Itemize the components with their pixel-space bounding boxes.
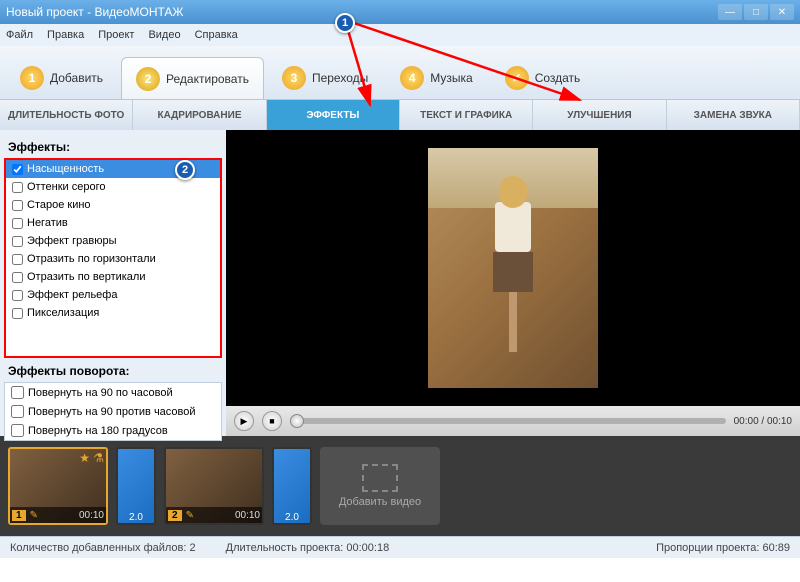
effect-flip-h[interactable]: Отразить по горизонтали xyxy=(6,250,220,268)
close-button[interactable]: ✕ xyxy=(770,4,794,20)
tab-edit[interactable]: 2Редактировать xyxy=(121,57,264,99)
effect-pixelation[interactable]: Пикселизация xyxy=(6,304,220,322)
timeline[interactable]: ★ ⚗ 1✎00:10 2.0 2✎00:10 2.0 Добавить вид… xyxy=(0,436,800,536)
preview-panel: ▶ ■ 00:00 / 00:10 xyxy=(226,130,800,436)
clip-1[interactable]: ★ ⚗ 1✎00:10 xyxy=(8,447,108,525)
step-3-icon: 3 xyxy=(282,66,306,90)
maximize-button[interactable]: □ xyxy=(744,4,768,20)
timecode: 00:00 / 00:10 xyxy=(734,416,792,427)
subtab-photo-duration[interactable]: ДЛИТЕЛЬНОСТЬ ФОТО xyxy=(0,100,133,130)
seek-slider[interactable] xyxy=(290,418,726,424)
tab-create[interactable]: ✓Создать xyxy=(491,57,595,99)
flask-icon: ⚗ xyxy=(93,451,104,465)
effect-old-film[interactable]: Старое кино xyxy=(6,196,220,214)
effect-negative[interactable]: Негатив xyxy=(6,214,220,232)
rotate-title: Эффекты поворота: xyxy=(8,364,222,378)
transition-2[interactable]: 2.0 xyxy=(272,447,312,525)
check-icon: ✓ xyxy=(505,66,529,90)
play-button[interactable]: ▶ xyxy=(234,411,254,431)
subtab-crop[interactable]: КАДРИРОВАНИЕ xyxy=(133,100,266,130)
effect-relief[interactable]: Эффект рельефа xyxy=(6,286,220,304)
menubar: Файл Правка Проект Видео Справка xyxy=(0,24,800,46)
sub-tabs: ДЛИТЕЛЬНОСТЬ ФОТО КАДРИРОВАНИЕ ЭФФЕКТЫ Т… xyxy=(0,100,800,130)
menu-project[interactable]: Проект xyxy=(98,29,134,41)
rotate-checkbox[interactable] xyxy=(11,386,24,399)
effects-title: Эффекты: xyxy=(8,140,222,154)
rotate-checkbox[interactable] xyxy=(11,424,24,437)
annotation-badge-2: 2 xyxy=(175,160,195,180)
window-title: Новый проект - ВидеоМОНТАЖ xyxy=(6,5,184,19)
status-ratio: Пропорции проекта: 60:89 xyxy=(656,542,790,554)
menu-edit[interactable]: Правка xyxy=(47,29,84,41)
seek-knob[interactable] xyxy=(290,414,304,428)
menu-video[interactable]: Видео xyxy=(148,29,180,41)
rotate-180[interactable]: Повернуть на 180 градусов xyxy=(5,421,221,440)
annotation-badge-1: 1 xyxy=(335,13,355,33)
rotate-90-cw[interactable]: Повернуть на 90 по часовой xyxy=(5,383,221,402)
player-controls: ▶ ■ 00:00 / 00:10 xyxy=(226,406,800,436)
main-tabs: 1Добавить 2Редактировать 3Переходы 4Музы… xyxy=(0,46,800,100)
effect-checkbox[interactable] xyxy=(12,290,23,301)
status-files: Количество добавленных файлов: 2 xyxy=(10,542,196,554)
tab-add[interactable]: 1Добавить xyxy=(6,57,117,99)
minimize-button[interactable]: — xyxy=(718,4,742,20)
clip-2[interactable]: 2✎00:10 xyxy=(164,447,264,525)
tab-music[interactable]: 4Музыка xyxy=(386,57,486,99)
effect-checkbox[interactable] xyxy=(12,254,23,265)
subtab-replace-audio[interactable]: ЗАМЕНА ЗВУКА xyxy=(667,100,800,130)
preview-frame xyxy=(428,148,598,388)
subtab-enhance[interactable]: УЛУЧШЕНИЯ xyxy=(533,100,666,130)
stop-button[interactable]: ■ xyxy=(262,411,282,431)
star-icon: ★ xyxy=(79,451,90,465)
menu-help[interactable]: Справка xyxy=(195,29,238,41)
effect-checkbox[interactable] xyxy=(12,272,23,283)
subtab-effects[interactable]: ЭФФЕКТЫ xyxy=(267,100,400,130)
effect-checkbox[interactable] xyxy=(12,308,23,319)
effect-engraving[interactable]: Эффект гравюры xyxy=(6,232,220,250)
step-1-icon: 1 xyxy=(20,66,44,90)
step-4-icon: 4 xyxy=(400,66,424,90)
tab-transitions[interactable]: 3Переходы xyxy=(268,57,382,99)
titlebar: Новый проект - ВидеоМОНТАЖ — □ ✕ xyxy=(0,0,800,24)
add-video-button[interactable]: Добавить видео xyxy=(320,447,440,525)
effect-flip-v[interactable]: Отразить по вертикали xyxy=(6,268,220,286)
rotate-90-ccw[interactable]: Повернуть на 90 против часовой xyxy=(5,402,221,421)
rotate-list: Повернуть на 90 по часовой Повернуть на … xyxy=(4,382,222,441)
filmstrip-icon xyxy=(362,464,398,492)
status-duration: Длительность проекта: 00:00:18 xyxy=(226,542,390,554)
video-preview xyxy=(226,130,800,406)
effect-checkbox[interactable] xyxy=(12,218,23,229)
effects-list[interactable]: Насыщенность Оттенки серого Старое кино … xyxy=(6,160,220,356)
transition-1[interactable]: 2.0 xyxy=(116,447,156,525)
effect-checkbox[interactable] xyxy=(12,236,23,247)
effect-checkbox[interactable] xyxy=(12,182,23,193)
effect-checkbox[interactable] xyxy=(12,164,23,175)
statusbar: Количество добавленных файлов: 2 Длитель… xyxy=(0,536,800,558)
menu-file[interactable]: Файл xyxy=(6,29,33,41)
effects-list-box: Насыщенность Оттенки серого Старое кино … xyxy=(4,158,222,358)
rotate-checkbox[interactable] xyxy=(11,405,24,418)
effect-checkbox[interactable] xyxy=(12,200,23,211)
pencil-icon: ✎ xyxy=(186,510,194,521)
step-2-icon: 2 xyxy=(136,67,160,91)
effect-grayscale[interactable]: Оттенки серого xyxy=(6,178,220,196)
pencil-icon: ✎ xyxy=(30,510,38,521)
subtab-text-graphics[interactable]: ТЕКСТ И ГРАФИКА xyxy=(400,100,533,130)
